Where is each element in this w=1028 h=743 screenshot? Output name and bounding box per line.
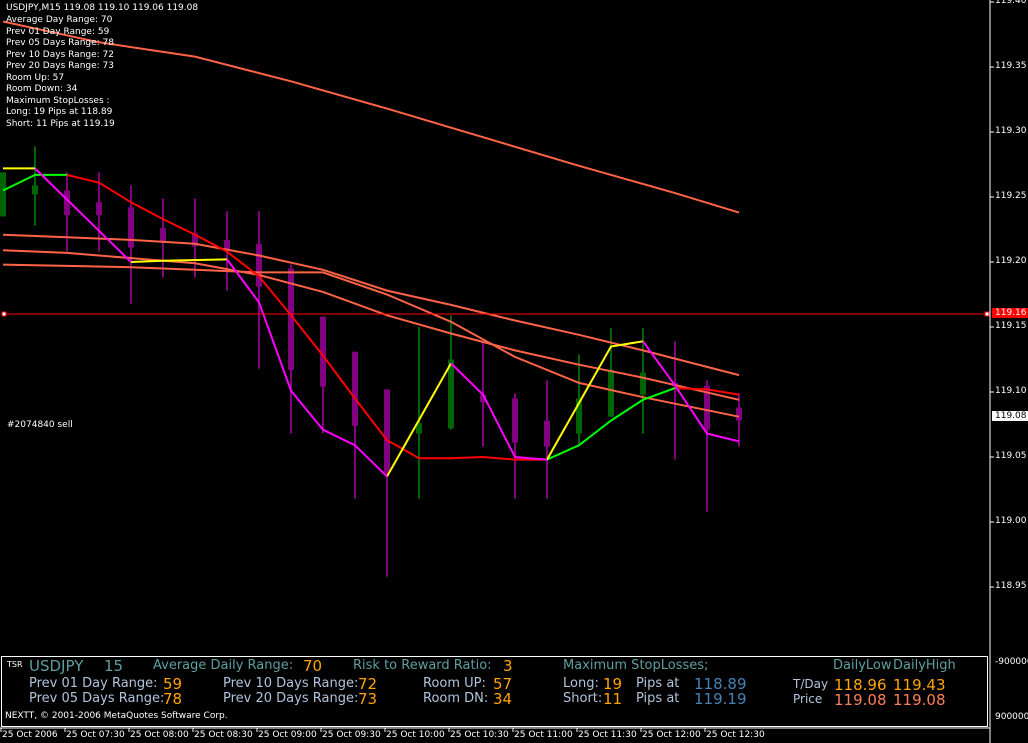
- candle-body: [544, 420, 550, 447]
- info-line: Short: 11 Pips at 119.19: [6, 118, 115, 129]
- time-tick-label: 25 Oct 2006: [2, 730, 58, 740]
- time-tick-label: 25 Oct 12:30: [706, 730, 765, 740]
- candle-body: [384, 389, 390, 473]
- candle-body: [224, 239, 230, 249]
- red-line: [66, 173, 547, 461]
- short-pips: 11: [603, 690, 623, 708]
- info-line: Prev 20 Days Range: 73: [6, 61, 114, 71]
- room-up-label: Room UP:: [423, 676, 486, 691]
- time-tick-label: 25 Oct 07:30: [66, 730, 125, 740]
- info-line: Long: 19 Pips at 118.89: [6, 107, 113, 117]
- time-tick-label: 25 Oct 08:30: [194, 730, 253, 740]
- adr-value: 70: [303, 657, 323, 675]
- info-line: Maximum StopLosses :: [6, 95, 110, 106]
- line-handle-right: [984, 311, 990, 317]
- short-pips-at: Pips at: [636, 691, 680, 706]
- copyright: NEXTT, © 2001-2006 MetaQuotes Software C…: [5, 711, 228, 721]
- time-tick-label: 25 Oct 11:30: [578, 730, 637, 740]
- long-pips-at: Pips at: [636, 676, 680, 691]
- price-label: Price: [793, 692, 823, 706]
- panel-symbol: USDJPY: [29, 657, 84, 675]
- rr-label: Risk to Reward Ratio:: [353, 658, 492, 673]
- prev20-label: Prev 20 Days Range:: [223, 691, 359, 706]
- time-tick-label: 25 Oct 10:00: [386, 730, 445, 740]
- short-price: 119.19: [694, 690, 747, 708]
- indicator-axis-bottom: 9000000: [995, 712, 1028, 722]
- adr-label: Average Daily Range:: [153, 658, 294, 673]
- yellow-line: [546, 340, 644, 461]
- candle-body: [0, 172, 6, 217]
- time-tick-label: 25 Oct 11:00: [514, 730, 573, 740]
- info-line: Room Down: 34: [6, 84, 78, 94]
- price-tick-label: 119.35: [995, 61, 1027, 71]
- indicator-axis-top: -9000000: [995, 657, 1028, 667]
- ma-d: [2, 263, 740, 418]
- magenta-line: [450, 362, 548, 461]
- line-handle-left: [1, 311, 7, 317]
- time-tick-label: 25 Oct 10:30: [450, 730, 509, 740]
- order-label[interactable]: #2074840 sell: [7, 420, 73, 430]
- room-dn-value: 34: [493, 690, 513, 708]
- price-tick-label: 119.40: [995, 0, 1027, 6]
- prev20-value: 73: [358, 690, 378, 708]
- time-tick-label: 25 Oct 12:00: [642, 730, 701, 740]
- panel-tag: TSR: [7, 660, 23, 669]
- price-chart[interactable]: [0, 0, 1028, 743]
- time-tick-label: 25 Oct 08:00: [130, 730, 189, 740]
- price-tick-label: 119.25: [995, 191, 1027, 201]
- price-tick-label: 119.00: [995, 516, 1027, 526]
- magenta-line: [34, 167, 132, 263]
- price-tick-label: 119.20: [995, 256, 1027, 266]
- candle-body: [96, 202, 102, 216]
- prev10-label: Prev 10 Days Range:: [223, 676, 359, 691]
- price-low: 119.08: [834, 691, 887, 709]
- room-dn-label: Room DN:: [423, 691, 489, 706]
- bid-price-label: 119.08: [992, 411, 1028, 421]
- info-line: Average Day Range: 70: [6, 15, 113, 25]
- hline-price-label: 119.16: [992, 308, 1028, 318]
- price-high: 119.08: [893, 691, 946, 709]
- time-tick-label: 25 Oct 09:30: [322, 730, 381, 740]
- info-line: Prev 10 Days Range: 72: [6, 49, 114, 60]
- magenta-line: [226, 258, 388, 478]
- candle-body: [128, 207, 134, 248]
- candle-body: [608, 369, 614, 417]
- long-label: Long:: [563, 676, 599, 691]
- daily-high-label: DailyHigh: [893, 658, 956, 673]
- candle-body: [160, 228, 166, 242]
- short-label: Short:: [563, 691, 603, 706]
- time-tick-label: 25 Oct 09:00: [258, 730, 317, 740]
- price-tick-label: 119.05: [995, 451, 1027, 461]
- info-line: Room Up: 57: [6, 72, 65, 83]
- candle-body: [352, 351, 358, 426]
- candle-body: [32, 185, 38, 195]
- daily-low-label: DailyLow: [833, 658, 892, 673]
- symbol-header: USDJPY,M15 119.08 119.10 119.06 119.08: [6, 3, 199, 13]
- panel-period: 15: [104, 657, 124, 675]
- prev01-label: Prev 01 Day Range:: [29, 676, 158, 691]
- prev05-label: Prev 05 Days Range:: [29, 691, 165, 706]
- rr-value: 3: [503, 657, 513, 675]
- price-tick-label: 119.10: [995, 386, 1027, 396]
- candle-body: [448, 359, 454, 429]
- candle-body: [512, 398, 518, 443]
- price-tick-label: 119.15: [995, 321, 1027, 331]
- tday-label: T/Day: [793, 677, 829, 691]
- candle-body: [736, 407, 742, 421]
- maxsl-label: Maximum StopLosses;: [563, 658, 709, 673]
- price-tick-label: 118.95: [995, 581, 1027, 591]
- info-line: Prev 05 Days Range: 78: [6, 38, 114, 48]
- info-line: Prev 01 Day Range: 59: [6, 26, 110, 37]
- prev05-value: 78: [163, 690, 183, 708]
- candle-body: [640, 372, 646, 395]
- price-tick-label: 119.30: [995, 126, 1027, 136]
- axis-ticks: [0, 1, 994, 732]
- indicator-lines: [2, 20, 740, 478]
- candles: [0, 146, 742, 577]
- ma-c: [2, 249, 740, 401]
